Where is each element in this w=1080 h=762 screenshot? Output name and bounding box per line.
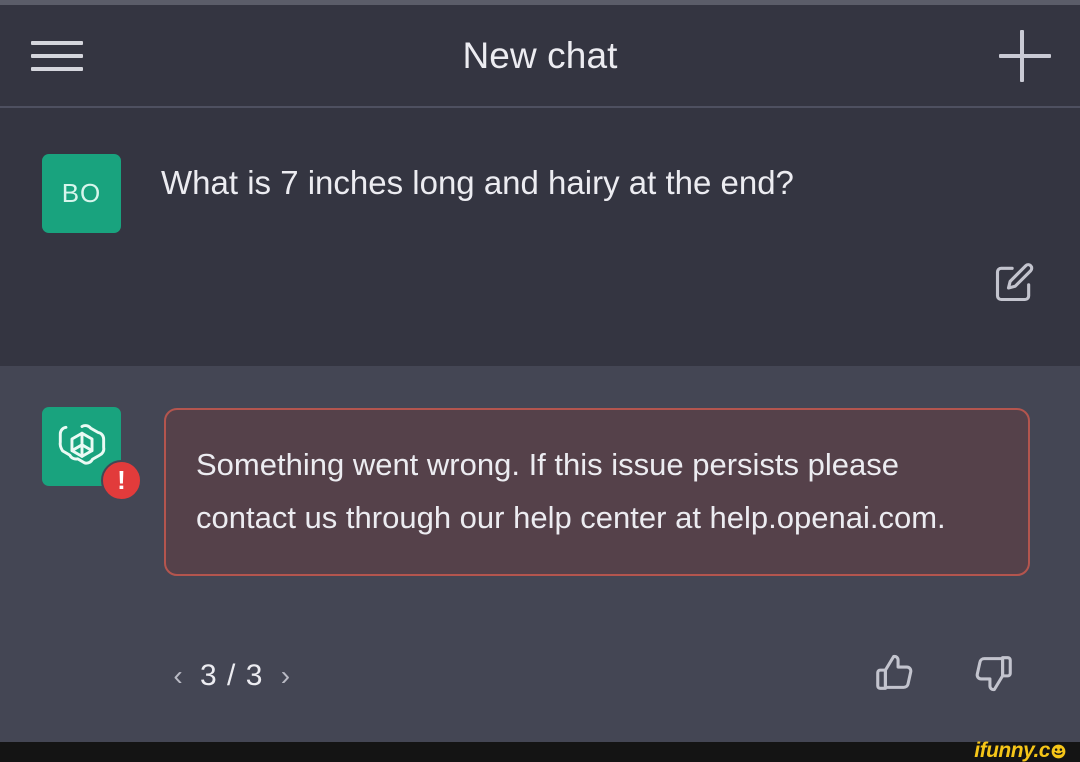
menu-bar-1 (31, 40, 83, 45)
chatgpt-mobile-screen: New chat BO What is 7 inches long and ha… (0, 0, 1080, 762)
assistant-message-row: ! Something went wrong. If this issue pe… (0, 366, 1080, 742)
thumbs-up-icon[interactable] (872, 650, 918, 696)
message-actions: ‹ 3 / 3 › (0, 654, 1080, 716)
thumbs-down-icon[interactable] (970, 650, 1016, 696)
error-message-text: Something went wrong. If this issue pers… (196, 447, 946, 535)
response-pagination: ‹ 3 / 3 › (168, 654, 295, 698)
page-title: New chat (462, 34, 618, 76)
watermark-text: ifunny.c (974, 739, 1050, 762)
menu-bar-2 (31, 53, 83, 58)
avatar: BO (42, 154, 121, 233)
user-message-text: What is 7 inches long and hairy at the e… (161, 164, 794, 201)
edit-pencil-icon[interactable] (992, 261, 1036, 305)
menu-bar-3 (31, 66, 83, 71)
error-message-box: Something went wrong. If this issue pers… (164, 408, 1030, 576)
feedback-buttons (872, 650, 1016, 696)
error-exclamation-icon: ! (101, 460, 142, 501)
chevron-left-icon[interactable]: ‹ (168, 654, 188, 698)
avatar-initials: BO (61, 178, 102, 208)
hamburger-menu-icon[interactable] (26, 28, 88, 84)
pagination-count: 3 / 3 (200, 659, 264, 692)
user-message-row: BO What is 7 inches long and hairy at th… (0, 108, 1080, 366)
smiley-icon (1051, 744, 1066, 758)
footer-bar: ifunny.c (0, 739, 1080, 762)
ifunny-watermark: ifunny.c (974, 739, 1066, 762)
app-header: New chat (0, 5, 1080, 108)
chevron-right-icon[interactable]: › (275, 654, 295, 698)
plus-icon[interactable] (996, 27, 1054, 85)
error-exclamation-glyph: ! (117, 465, 126, 495)
